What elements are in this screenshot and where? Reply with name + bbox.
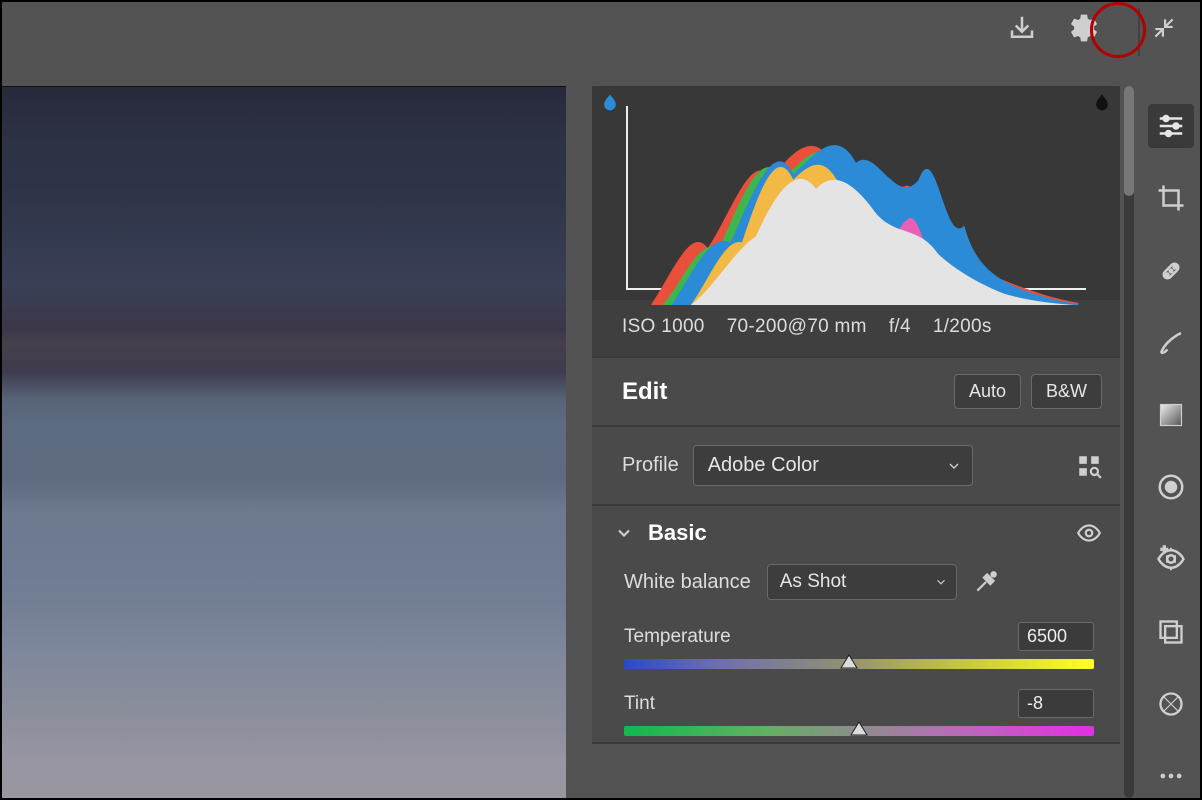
white-balance-dropdown[interactable]: As Shot xyxy=(767,564,957,600)
crop-icon xyxy=(1156,183,1186,213)
tint-value[interactable]: -8 xyxy=(1018,689,1094,718)
temperature-slider: Temperature 6500 xyxy=(614,620,1102,669)
white-balance-value: As Shot xyxy=(780,571,847,592)
app-frame: ISO 1000 70-200@70 mm f/4 1/200s Edit Au… xyxy=(0,0,1202,800)
topbar-divider xyxy=(1138,8,1140,56)
tint-label: Tint xyxy=(624,693,655,715)
grid-search-icon xyxy=(1076,453,1102,479)
topbar-icons xyxy=(1002,8,1184,48)
heal-icon xyxy=(1156,256,1186,286)
dust-icon xyxy=(1157,690,1185,718)
topbar xyxy=(2,2,1200,80)
edit-tool[interactable] xyxy=(1148,104,1194,148)
drop-outline-icon xyxy=(1092,92,1112,112)
more-icon xyxy=(1157,762,1185,790)
download-icon xyxy=(1007,13,1037,43)
edit-sliders-icon xyxy=(1156,111,1186,141)
chevron-down-icon xyxy=(946,458,962,474)
app-inner: ISO 1000 70-200@70 mm f/4 1/200s Edit Au… xyxy=(2,2,1200,798)
edit-buttons: Auto B&W xyxy=(954,374,1102,409)
brush-tool[interactable] xyxy=(1148,321,1194,365)
profile-value: Adobe Color xyxy=(708,454,819,476)
crop-tool[interactable] xyxy=(1148,176,1194,220)
collapse-button[interactable] xyxy=(1144,8,1184,48)
temperature-track[interactable] xyxy=(624,659,1094,669)
highlight-clipping-toggle[interactable] xyxy=(1088,90,1116,114)
histogram-card: ISO 1000 70-200@70 mm f/4 1/200s xyxy=(592,86,1120,356)
scrollbar-handle[interactable] xyxy=(1124,86,1134,196)
gear-icon xyxy=(1068,12,1100,44)
main-area: ISO 1000 70-200@70 mm f/4 1/200s Edit Au… xyxy=(2,80,1200,798)
basic-title: Basic xyxy=(648,520,707,546)
tint-track[interactable] xyxy=(624,726,1094,736)
exif-aperture: f/4 xyxy=(889,316,911,338)
drop-filled-icon xyxy=(600,92,620,112)
radial-tool[interactable] xyxy=(1148,465,1194,509)
redeye-icon: + xyxy=(1156,544,1186,574)
white-balance-dropper[interactable] xyxy=(973,569,999,595)
collapse-icon xyxy=(1151,15,1177,41)
canvas-area xyxy=(2,80,578,798)
profile-label: Profile xyxy=(622,454,679,477)
histogram-svg xyxy=(628,100,1084,305)
bw-button[interactable]: B&W xyxy=(1031,374,1102,409)
exif-lens: 70-200@70 mm xyxy=(727,316,867,338)
image-preview[interactable] xyxy=(2,86,566,798)
eye-icon xyxy=(1076,520,1102,546)
toolstrip: + xyxy=(1136,80,1200,798)
gradient-tool[interactable] xyxy=(1148,393,1194,437)
panel-scrollbar[interactable] xyxy=(1124,86,1134,798)
edit-header: Edit Auto B&W xyxy=(592,356,1120,427)
white-balance-row: White balance As Shot xyxy=(614,564,1102,600)
temperature-label: Temperature xyxy=(624,626,731,648)
svg-text:+: + xyxy=(1161,544,1168,556)
calibration-tool[interactable] xyxy=(1148,682,1194,726)
presets-icon xyxy=(1157,618,1185,646)
auto-button[interactable]: Auto xyxy=(954,374,1021,409)
edit-title: Edit xyxy=(622,378,667,406)
heal-tool[interactable] xyxy=(1148,248,1194,292)
chevron-down-icon xyxy=(934,575,948,589)
profile-row: Profile Adobe Color xyxy=(592,427,1120,506)
exif-row: ISO 1000 70-200@70 mm f/4 1/200s xyxy=(592,300,1120,356)
brush-icon xyxy=(1156,328,1186,358)
tint-slider: Tint -8 xyxy=(614,687,1102,736)
basic-section: Basic White balance As Shot xyxy=(592,506,1120,744)
gradient-icon xyxy=(1157,401,1185,429)
profile-browser-button[interactable] xyxy=(1076,453,1102,479)
temperature-thumb[interactable] xyxy=(840,653,858,669)
export-button[interactable] xyxy=(1002,8,1042,48)
exif-iso: ISO 1000 xyxy=(622,316,705,338)
radial-icon xyxy=(1156,472,1186,502)
chevron-down-icon xyxy=(614,523,634,543)
panels: ISO 1000 70-200@70 mm f/4 1/200s Edit Au… xyxy=(578,80,1200,798)
white-balance-label: White balance xyxy=(624,571,751,594)
settings-button[interactable] xyxy=(1064,8,1104,48)
basic-visibility-toggle[interactable] xyxy=(1076,520,1102,546)
shadow-clipping-toggle[interactable] xyxy=(596,90,624,114)
tint-thumb[interactable] xyxy=(850,720,868,736)
presets-tool[interactable] xyxy=(1148,609,1194,653)
eyedropper-icon xyxy=(973,569,999,595)
histogram-area[interactable] xyxy=(592,86,1120,300)
basic-header[interactable]: Basic xyxy=(614,520,1102,546)
profile-dropdown[interactable]: Adobe Color xyxy=(693,445,973,486)
panel-column: ISO 1000 70-200@70 mm f/4 1/200s Edit Au… xyxy=(578,80,1124,798)
exif-shutter: 1/200s xyxy=(933,316,992,338)
redeye-tool[interactable]: + xyxy=(1148,537,1194,581)
more-tool[interactable] xyxy=(1148,754,1194,798)
temperature-value[interactable]: 6500 xyxy=(1018,622,1094,651)
